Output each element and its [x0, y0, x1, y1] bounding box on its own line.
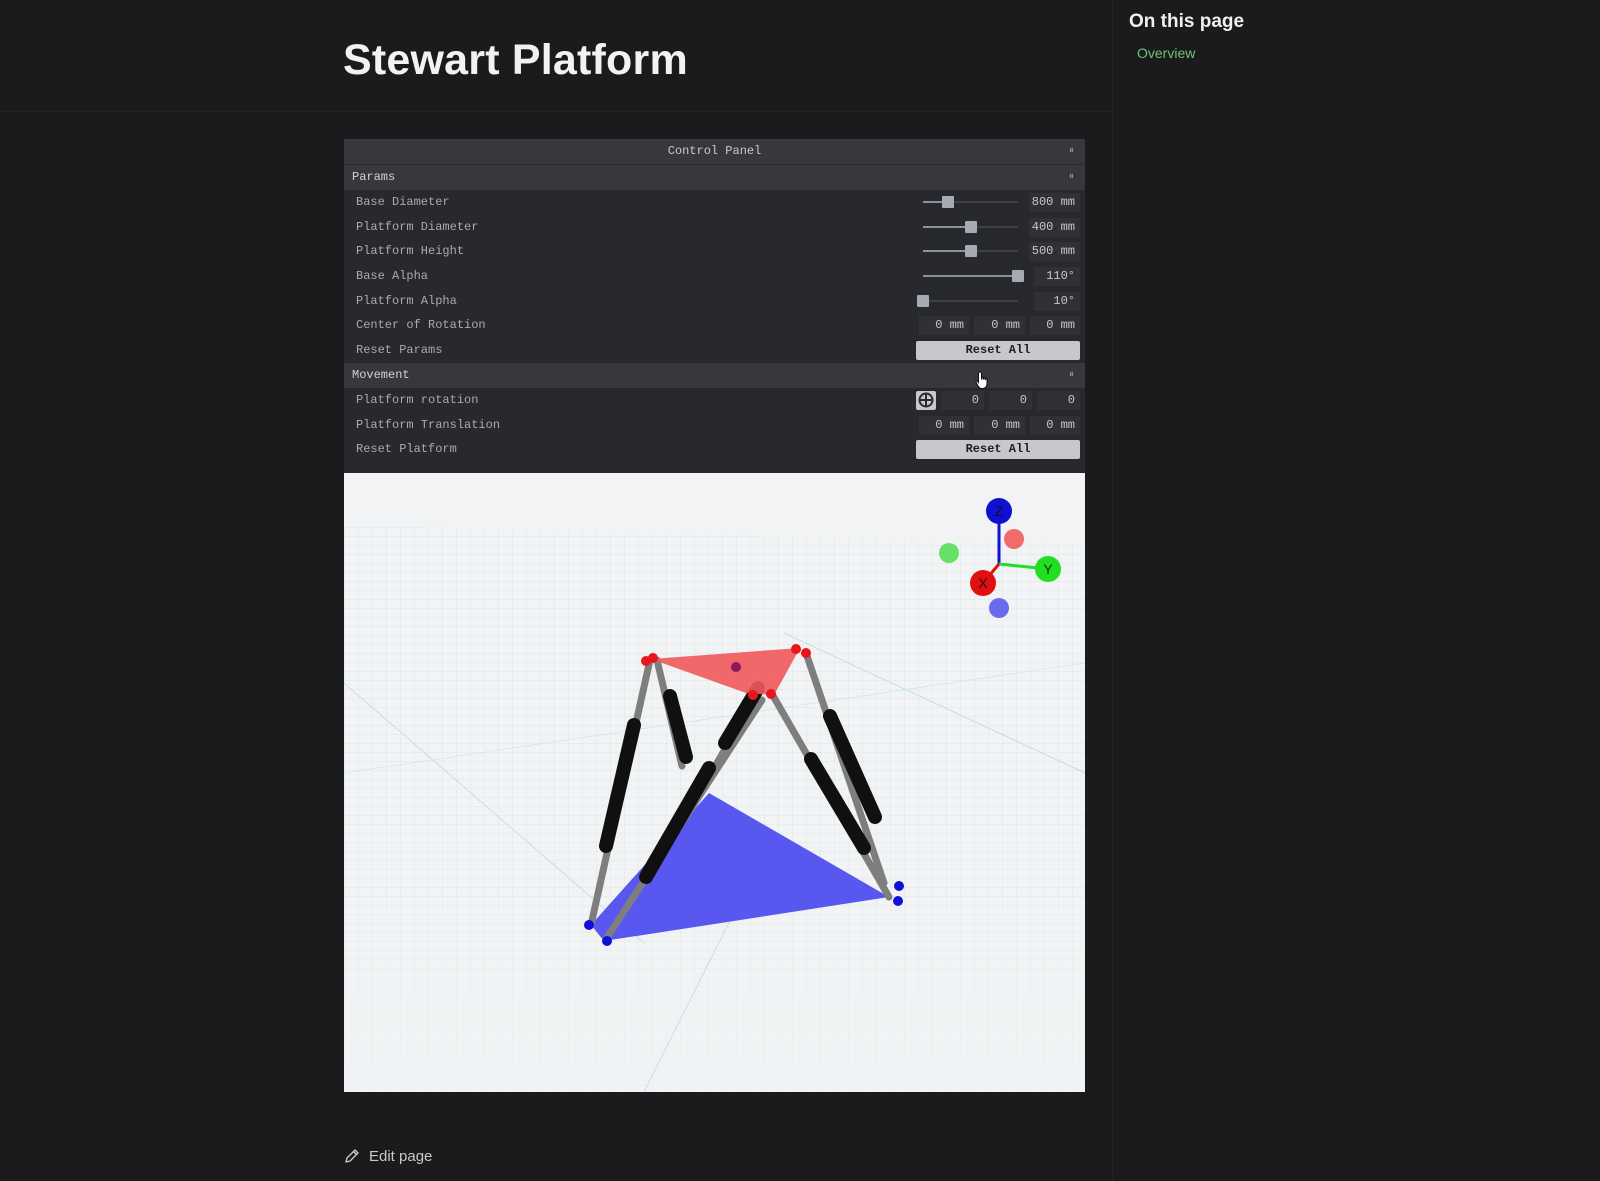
base-joint [894, 881, 904, 891]
base-alpha-label: Base Alpha [356, 269, 429, 284]
control-panel: Control Panel ⏸ Params ⏸ Base Diameter 8… [344, 139, 1085, 473]
params-folder-title: Params [352, 170, 396, 184]
reset-platform-button[interactable]: Reset All [916, 440, 1080, 460]
center-of-rotation-label: Center of Rotation [356, 318, 486, 333]
crosshair-icon [918, 392, 934, 408]
toc-title: On this page [1129, 11, 1245, 32]
movement-folder-title: Movement [352, 367, 410, 382]
reset-platform-row: Reset Platform Reset All [344, 437, 1085, 462]
platform-alpha-row: Platform Alpha 10° [344, 289, 1085, 314]
platform-translation-z[interactable]: 0 mm [1030, 415, 1080, 435]
center-of-rotation-x[interactable]: 0 mm [919, 316, 969, 336]
rotation-picker-button[interactable] [916, 390, 936, 410]
slider-knob[interactable] [941, 196, 954, 208]
slider-knob[interactable] [964, 220, 977, 233]
edit-page-label: Edit page [369, 1147, 433, 1165]
center-of-rotation-row: Center of Rotation 0 mm 0 mm 0 mm [344, 313, 1085, 338]
reset-platform-label: Reset Platform [356, 442, 457, 457]
platform-joint [791, 644, 801, 654]
toc-pane [1112, 0, 1600, 1181]
base-alpha-value[interactable]: 110° [1034, 267, 1080, 287]
platform-joint [648, 653, 658, 663]
base-diameter-label: Base Diameter [356, 195, 450, 209]
platform-diameter-label: Platform Diameter [356, 219, 479, 234]
platform-rotation-x[interactable]: 0 [941, 390, 984, 410]
axis-y-label: Y [1043, 561, 1053, 577]
params-folder[interactable]: Params ⏸ [344, 164, 1085, 190]
pencil-icon [345, 1149, 359, 1163]
platform-diameter-slider[interactable] [923, 220, 1018, 233]
base-joint [584, 920, 594, 930]
platform-alpha-slider[interactable] [917, 294, 1018, 307]
slider-knob[interactable] [964, 245, 977, 258]
reset-params-button[interactable]: Reset All [916, 341, 1080, 361]
center-of-rotation-y[interactable]: 0 mm [974, 316, 1025, 336]
platform-diameter-row: Platform Diameter 400 mm [344, 215, 1085, 240]
platform-translation-row: Platform Translation 0 mm 0 mm 0 mm [344, 413, 1085, 438]
reset-params-label: Reset Params [356, 343, 443, 358]
platform-rotation-label: Platform rotation [356, 392, 479, 407]
control-panel-title-text: Control Panel [667, 144, 762, 158]
toc-link-overview[interactable]: Overview [1137, 45, 1195, 61]
platform-rotation-row: Platform rotation 0 0 0 [344, 388, 1085, 413]
base-joint [602, 936, 612, 946]
platform-height-value[interactable]: 500 mm [1029, 242, 1080, 262]
platform-height-slider[interactable] [923, 245, 1018, 258]
platform-joint [748, 690, 758, 700]
platform-height-label: Platform Height [356, 244, 465, 259]
platform-height-row: Platform Height 500 mm [344, 239, 1085, 264]
platform-translation-x[interactable]: 0 mm [919, 415, 969, 435]
base-diameter-row: Base Diameter 800 mm [344, 190, 1085, 215]
drag-handle-icon[interactable]: ⏸ [1069, 139, 1075, 164]
base-alpha-slider[interactable] [923, 270, 1024, 283]
axis-neg-y[interactable] [939, 543, 959, 563]
base-alpha-row: Base Alpha 110° [344, 264, 1085, 289]
page-title: Stewart Platform [343, 36, 688, 84]
platform-translation-y[interactable]: 0 mm [974, 415, 1025, 435]
platform-diameter-value[interactable]: 400 mm [1029, 217, 1080, 237]
scene-canvas[interactable]: Z Y X [344, 473, 1085, 1092]
axis-neg-z[interactable] [989, 598, 1009, 618]
axis-neg-x[interactable] [1004, 529, 1024, 549]
drag-handle-icon[interactable]: ⏸ [1069, 363, 1075, 388]
base-diameter-value[interactable]: 800 mm [1029, 193, 1080, 212]
platform-rotation-y[interactable]: 0 [989, 390, 1032, 410]
edit-page-link[interactable]: Edit page [344, 1145, 432, 1167]
control-panel-title[interactable]: Control Panel ⏸ [344, 139, 1085, 164]
platform-alpha-label: Platform Alpha [356, 293, 457, 308]
slider-knob[interactable] [1012, 270, 1024, 283]
reset-params-row: Reset Params Reset All [344, 338, 1085, 363]
base-joint [893, 896, 903, 906]
3d-viewport[interactable]: Z Y X [344, 473, 1085, 1092]
drag-handle-icon[interactable]: ⏸ [1069, 165, 1075, 190]
platform-alpha-value[interactable]: 10° [1034, 291, 1080, 311]
axis-x-label: X [978, 575, 988, 591]
slider-knob[interactable] [917, 294, 929, 307]
platform-joint [801, 648, 811, 658]
center-of-rotation-z[interactable]: 0 mm [1030, 316, 1080, 336]
axis-z-label: Z [995, 503, 1004, 519]
hand-cursor-icon [975, 371, 988, 389]
platform-translation-label: Platform Translation [356, 417, 501, 432]
platform-center-marker [731, 662, 741, 672]
movement-folder[interactable]: Movement ⏸ [344, 362, 1085, 388]
platform-joint [766, 689, 776, 699]
platform-rotation-z[interactable]: 0 [1037, 390, 1080, 410]
base-diameter-slider[interactable] [923, 196, 1018, 208]
